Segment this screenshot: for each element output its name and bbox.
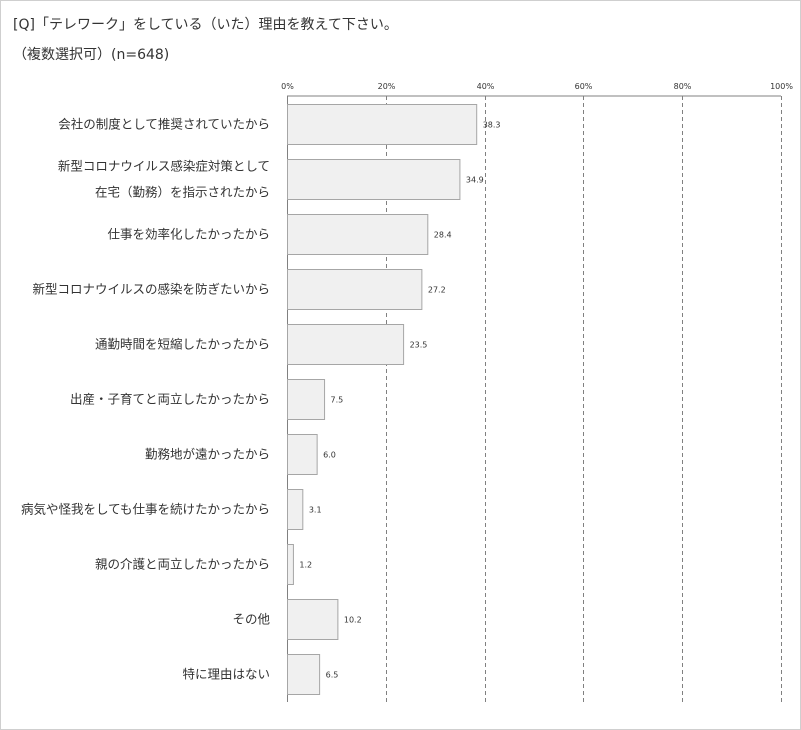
- value-labels: 38.3 34.9 28.4 27.2 23.5 7.5 6.0 3.1 1.2 10.2 6.5: [299, 121, 500, 680]
- category-label: その他: [232, 612, 270, 627]
- tick-label: 80%: [674, 82, 692, 91]
- data-label: 23.5: [410, 341, 428, 350]
- category-label: 新型コロナウイルスの感染を防ぎたいから: [32, 282, 270, 297]
- bar: [287, 269, 423, 310]
- tick-label: 20%: [378, 82, 396, 91]
- data-label: 34.9: [466, 176, 484, 185]
- category-label: 通勤時間を短縮したかったから: [95, 337, 270, 352]
- tick-labels: 0% 20% 40% 60% 80% 100%: [281, 82, 793, 91]
- category-label: 勤務地が遠かったから: [145, 447, 270, 462]
- data-label: 6.0: [323, 451, 336, 460]
- bar: [287, 379, 326, 420]
- bar: [287, 324, 405, 365]
- category-label: 新型コロナウイルス感染症対策として: [58, 159, 270, 174]
- category-label: 特に理由はない: [182, 667, 270, 682]
- category-label: 出産・子育てと両立したかったから: [70, 392, 270, 407]
- tick-label: 40%: [477, 82, 495, 91]
- bar-chart: 会社の制度として推奨されていたから新型コロナウイルス感染症対策として在宅（勤務）…: [21, 82, 793, 702]
- bar: [287, 434, 318, 475]
- tick-label: 0%: [281, 82, 294, 91]
- data-label: 38.3: [483, 121, 501, 130]
- category-label: 会社の制度として推奨されていたから: [58, 117, 270, 132]
- bars: [287, 104, 478, 695]
- bar: [287, 489, 304, 530]
- data-label: 10.2: [344, 616, 362, 625]
- data-label: 6.5: [326, 671, 339, 680]
- data-label: 28.4: [434, 231, 452, 240]
- bar: [287, 104, 478, 145]
- category-labels: 会社の制度として推奨されていたから新型コロナウイルス感染症対策として在宅（勤務）…: [21, 117, 271, 682]
- tick-label: 60%: [575, 82, 593, 91]
- category-label: 親の介護と両立したかったから: [95, 557, 270, 572]
- bar: [287, 544, 294, 585]
- category-label: 仕事を効率化したかったから: [107, 227, 270, 242]
- bar: [287, 214, 429, 255]
- data-label: 7.5: [331, 396, 344, 405]
- tick-label: 100%: [770, 82, 793, 91]
- bar: [287, 599, 339, 640]
- bar: [287, 654, 321, 695]
- category-label: 在宅（勤務）を指示されたから: [95, 185, 270, 200]
- data-label: 27.2: [428, 286, 446, 295]
- category-label: 病気や怪我をしても仕事を続けたかったから: [21, 502, 270, 517]
- bar: [287, 159, 461, 200]
- data-label: 3.1: [309, 506, 322, 515]
- data-label: 1.2: [299, 561, 312, 570]
